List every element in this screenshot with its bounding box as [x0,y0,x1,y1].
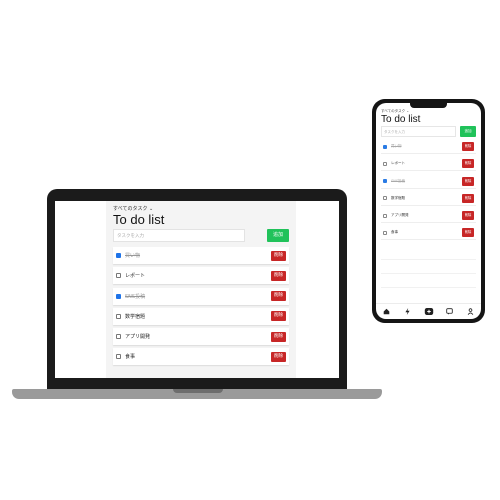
profile-icon[interactable] [465,306,476,317]
add-task-row: タスクを入力 追加 [113,229,289,242]
task-label: アプリ開発 [125,334,151,341]
task-label: アプリ開発 [391,213,409,218]
divider [381,259,476,260]
task-checkbox[interactable] [116,253,121,258]
divider [381,273,476,274]
task-item: アプリ開発 削除 [381,209,476,224]
add-icon[interactable] [423,306,434,317]
task-item: 買い物 削除 [113,247,289,264]
bottom-nav [376,303,481,319]
laptop-lid: すべてのタスク ⌄ To do list タスクを入力 追加 買い物 削除 レポ… [47,189,347,390]
task-item: レポート 削除 [113,267,289,285]
laptop-trackpad-notch [173,389,223,393]
device-mockup-stage: すべてのタスク ⌄ To do list タスクを入力 追加 買い物 削除 レポ… [0,0,500,500]
task-checkbox[interactable] [383,213,387,218]
todo-app-mobile: すべてのタスク ⌄ To do list タスクを入力 追加 買い物 削除 レポ… [376,103,481,244]
task-input[interactable]: タスクを入力 [113,229,245,242]
task-checkbox[interactable] [116,273,121,279]
delete-button[interactable]: 削除 [462,142,474,151]
delete-button[interactable]: 削除 [462,193,474,203]
delete-button[interactable]: 削除 [271,351,286,362]
task-label: レポート [125,273,146,280]
task-item: 買い物 削除 [381,140,476,154]
task-label: 買い物 [125,253,141,259]
delete-button[interactable]: 削除 [271,311,286,322]
laptop-screen: すべてのタスク ⌄ To do list タスクを入力 追加 買い物 削除 レポ… [55,201,339,378]
task-item: SNS投稿 削除 [381,175,476,189]
phone-frame: すべてのタスク ⌄ To do list タスクを入力 追加 買い物 削除 レポ… [372,99,485,323]
task-label: SNS投稿 [391,178,406,183]
task-item: 食事 削除 [381,226,476,241]
task-checkbox[interactable] [383,179,387,184]
task-label: 食事 [125,354,136,361]
task-item: アプリ開発 削除 [113,328,289,346]
task-checkbox[interactable] [383,230,387,235]
task-checkbox[interactable] [383,161,387,166]
task-item: 数学宿題 削除 [113,307,289,325]
task-checkbox[interactable] [116,313,121,319]
add-task-row: タスクを入力 追加 [381,126,476,137]
delete-button[interactable]: 削除 [271,291,286,302]
task-checkbox[interactable] [116,293,121,299]
home-icon[interactable] [381,306,392,317]
page-title: To do list [381,114,421,125]
task-list: 買い物 削除 レポート 削除 SNS投稿 削除 数学宿題 削除 アプリ開発 削除… [381,140,476,241]
task-checkbox[interactable] [383,144,387,149]
delete-button[interactable]: 削除 [462,211,474,221]
task-checkbox[interactable] [116,334,121,340]
bolt-icon[interactable] [402,306,413,317]
phone-screen: すべてのタスク ⌄ To do list タスクを入力 追加 買い物 削除 レポ… [376,103,481,319]
todo-app-desktop: すべてのタスク ⌄ To do list タスクを入力 追加 買い物 削除 レポ… [106,201,296,378]
page-title: To do list [113,212,165,227]
task-label: レポート [391,161,405,166]
divider [381,287,476,288]
task-input[interactable]: タスクを入力 [381,126,456,137]
delete-button[interactable]: 削除 [462,159,474,169]
task-item: レポート 削除 [381,157,476,172]
task-label: 数学宿題 [125,313,146,320]
delete-button[interactable]: 削除 [271,250,286,261]
delete-button[interactable]: 削除 [462,176,474,186]
task-list: 買い物 削除 レポート 削除 SNS投稿 削除 数学宿題 削除 アプリ開発 削除… [113,247,289,366]
phone-notch [410,103,447,108]
task-checkbox[interactable] [383,196,387,201]
delete-button[interactable]: 削除 [462,228,474,238]
filter-dropdown[interactable]: すべてのタスク ⌄ [113,205,289,212]
task-checkbox[interactable] [116,354,121,360]
delete-button[interactable]: 削除 [271,331,286,342]
task-label: 食事 [391,230,398,235]
add-button[interactable]: 追加 [460,126,476,137]
task-item: 数学宿題 削除 [381,192,476,206]
add-button[interactable]: 追加 [267,229,289,242]
delete-button[interactable]: 削除 [271,270,286,281]
task-item: 食事 削除 [113,348,289,366]
task-label: 数学宿題 [391,195,405,200]
task-label: SNS投稿 [125,293,146,300]
task-label: 買い物 [391,144,402,148]
chat-icon[interactable] [444,306,455,317]
task-item: SNS投稿 削除 [113,287,289,305]
